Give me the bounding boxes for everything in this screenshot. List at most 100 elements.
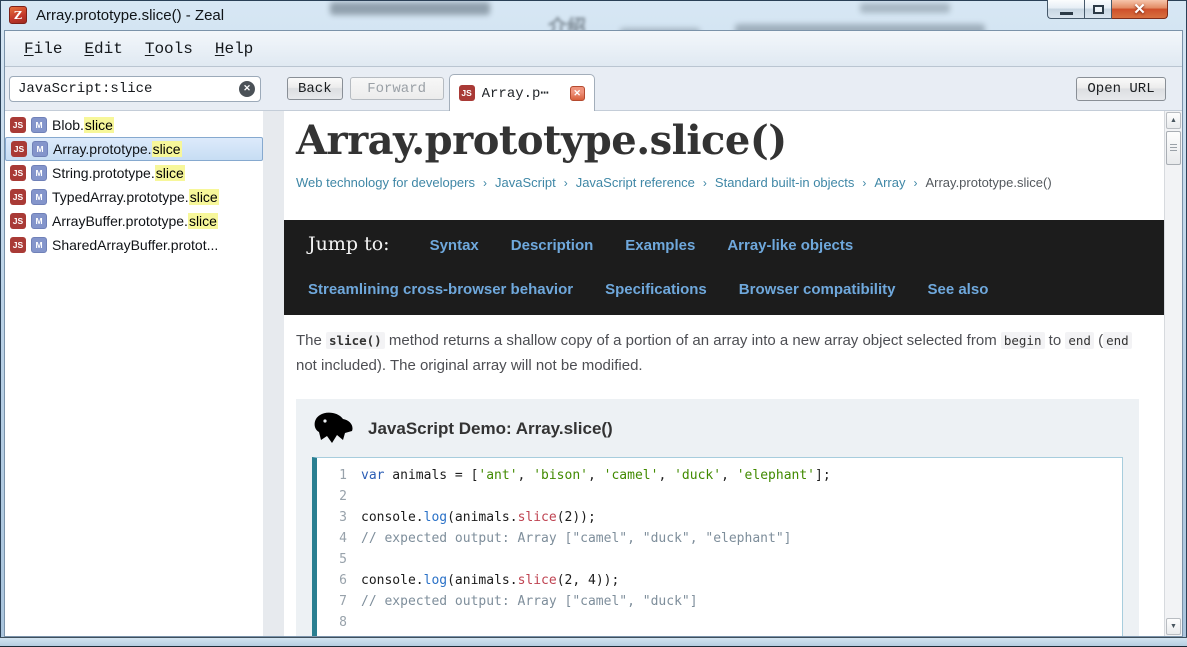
open-url-button[interactable]: Open URL bbox=[1076, 76, 1166, 101]
jump-link[interactable]: Browser compatibility bbox=[739, 281, 896, 298]
window-controls: ✕ bbox=[1047, 0, 1168, 19]
jump-to-bar: Jump to: Syntax Description Examples Array-… bbox=[284, 220, 1164, 315]
doc-content: Array.prototype.slice() Web technology f… bbox=[284, 111, 1164, 636]
line-number: 1 bbox=[339, 468, 347, 483]
code-token: 'elephant' bbox=[736, 468, 816, 483]
sidebar-splitter[interactable] bbox=[263, 111, 284, 636]
menu-help[interactable]: Help bbox=[204, 35, 264, 63]
body-row: JS M Blob.slice JS M Array.prototype.slice JS M… bbox=[5, 111, 1182, 636]
demo-title: JavaScript Demo: Array.slice() bbox=[368, 419, 613, 438]
search-result-item[interactable]: JS M Blob.slice bbox=[5, 113, 263, 137]
code-token: , bbox=[721, 468, 737, 483]
page-title: Array.prototype.slice() bbox=[296, 117, 787, 164]
javascript-docset-icon: JS bbox=[10, 189, 26, 205]
code-token: slice bbox=[517, 510, 557, 525]
menubar: File Edit Tools Help bbox=[5, 31, 1182, 67]
code-token: (animals. bbox=[447, 573, 518, 588]
chevron-right-icon: › bbox=[563, 175, 568, 190]
tab-array-prototype-slice[interactable]: JS Array.p⋯ ✕ bbox=[448, 74, 595, 111]
chevron-right-icon: › bbox=[862, 175, 867, 190]
code-token: 'bison' bbox=[533, 468, 588, 483]
window-bottom-border bbox=[0, 637, 1187, 647]
code-editor[interactable]: 1 var animals = ['ant', 'bison', 'camel',… bbox=[312, 457, 1123, 636]
code-token: (2)); bbox=[556, 510, 596, 525]
breadcrumb-link[interactable]: Array bbox=[874, 175, 905, 190]
search-result-item[interactable]: JS M String.prototype.slice bbox=[5, 161, 263, 185]
sidebar-results: JS M Blob.slice JS M Array.prototype.slice JS M… bbox=[5, 111, 263, 636]
tab-close-icon[interactable]: ✕ bbox=[569, 85, 585, 101]
search-results-list: JS M Blob.slice JS M Array.prototype.slice JS M… bbox=[5, 113, 263, 257]
scrollbar-thumb[interactable] bbox=[1166, 131, 1181, 165]
match-highlight: slice bbox=[187, 213, 218, 229]
match-highlight: slice bbox=[151, 141, 182, 157]
code-token: , bbox=[588, 468, 604, 483]
scrollbar-track[interactable] bbox=[1165, 166, 1182, 617]
breadcrumb-link[interactable]: Web technology for developers bbox=[296, 175, 475, 190]
menu-file[interactable]: File bbox=[13, 35, 73, 63]
search-clear-icon[interactable]: ✕ bbox=[239, 80, 255, 97]
code-token: ]; bbox=[815, 468, 831, 483]
line-number: 9 bbox=[317, 633, 347, 636]
main-area: Array.prototype.slice() Web technology f… bbox=[284, 111, 1182, 636]
code-line: 4 // expected output: Array ["camel", "du… bbox=[317, 528, 1122, 549]
code-line: 5 bbox=[317, 549, 1122, 570]
code-token: slice bbox=[517, 573, 557, 588]
match-highlight: slice bbox=[188, 189, 219, 205]
code-token: , bbox=[517, 468, 534, 483]
jump-link[interactable]: Streamlining cross-browser behavior bbox=[308, 281, 573, 298]
background-glimpse-text: 介绍 bbox=[548, 17, 587, 30]
code-token: (animals. bbox=[447, 510, 518, 525]
vertical-scrollbar[interactable]: ▲ ▼ bbox=[1164, 111, 1182, 636]
minimize-icon bbox=[1059, 11, 1073, 15]
close-button[interactable]: ✕ bbox=[1112, 0, 1168, 19]
jump-link[interactable]: Examples bbox=[625, 237, 695, 254]
javascript-docset-icon: JS bbox=[10, 165, 26, 181]
code-line: 2 bbox=[317, 486, 1122, 507]
inline-code: end bbox=[1103, 332, 1132, 349]
scroll-down-icon[interactable]: ▼ bbox=[1166, 618, 1181, 635]
line-number: 6 bbox=[339, 573, 347, 588]
line-number: 8 bbox=[339, 615, 347, 630]
back-button[interactable]: Back bbox=[287, 77, 343, 100]
code-token: console. bbox=[361, 510, 424, 525]
result-label: ArrayBuffer.prototype.slice bbox=[52, 213, 218, 229]
code-line: 8 bbox=[317, 612, 1122, 633]
scroll-up-icon[interactable]: ▲ bbox=[1166, 112, 1181, 129]
jump-link[interactable]: Syntax bbox=[430, 237, 479, 254]
search-input[interactable] bbox=[9, 75, 261, 102]
search-result-item[interactable]: JS M Array.prototype.slice bbox=[5, 137, 263, 161]
line-number: 2 bbox=[339, 489, 347, 504]
code-tokens: console.log(animals.slice(2, 4)); bbox=[361, 570, 619, 591]
jump-row-2: Streamlining cross-browser behavior Speci… bbox=[308, 281, 1150, 298]
code-tokens: console.log(animals.slice(1, 5)); bbox=[361, 633, 619, 636]
client-area: FileEditToolsHelp ✕ Back Forward JS Arra… bbox=[4, 30, 1183, 637]
code-token: // expected output: Array ["camel", "duc… bbox=[361, 594, 698, 609]
code-token: log bbox=[423, 510, 448, 525]
result-label: SharedArrayBuffer.protot... bbox=[52, 237, 219, 253]
maximize-button[interactable] bbox=[1084, 0, 1112, 19]
method-type-icon: M bbox=[31, 189, 47, 205]
code-line: 9 console.log(animals.slice(1, 5)); bbox=[317, 633, 1122, 636]
menu-tools[interactable]: Tools bbox=[134, 35, 204, 63]
jump-link[interactable]: Specifications bbox=[605, 281, 707, 298]
search-result-item[interactable]: JS M SharedArrayBuffer.protot... bbox=[5, 233, 263, 257]
code-token: , bbox=[658, 468, 675, 483]
search-result-item[interactable]: JS M TypedArray.prototype.slice bbox=[5, 185, 263, 209]
minimize-button[interactable] bbox=[1047, 0, 1084, 19]
titlebar[interactable]: 介绍 Z Array.prototype.slice() - Zeal ✕ bbox=[0, 0, 1187, 30]
forward-button[interactable]: Forward bbox=[349, 77, 444, 100]
jump-link[interactable]: Description bbox=[511, 237, 594, 254]
breadcrumb-link[interactable]: Standard built-in objects bbox=[715, 175, 854, 190]
search-result-item[interactable]: JS M ArrayBuffer.prototype.slice bbox=[5, 209, 263, 233]
breadcrumb-link[interactable]: JavaScript bbox=[495, 175, 556, 190]
maximize-icon bbox=[1092, 4, 1104, 14]
jump-link[interactable]: See also bbox=[927, 281, 988, 298]
menu-edit[interactable]: Edit bbox=[73, 35, 133, 63]
code-token: 'camel' bbox=[603, 468, 659, 483]
jump-link[interactable]: Array-like objects bbox=[727, 237, 853, 254]
breadcrumb: Web technology for developers › JavaScript… bbox=[296, 175, 1164, 190]
breadcrumb-link[interactable]: JavaScript reference bbox=[576, 175, 695, 190]
mdn-dino-icon bbox=[314, 412, 353, 443]
breadcrumb-current: Array.prototype.slice() bbox=[925, 175, 1052, 190]
zeal-app-icon: Z bbox=[9, 6, 27, 24]
